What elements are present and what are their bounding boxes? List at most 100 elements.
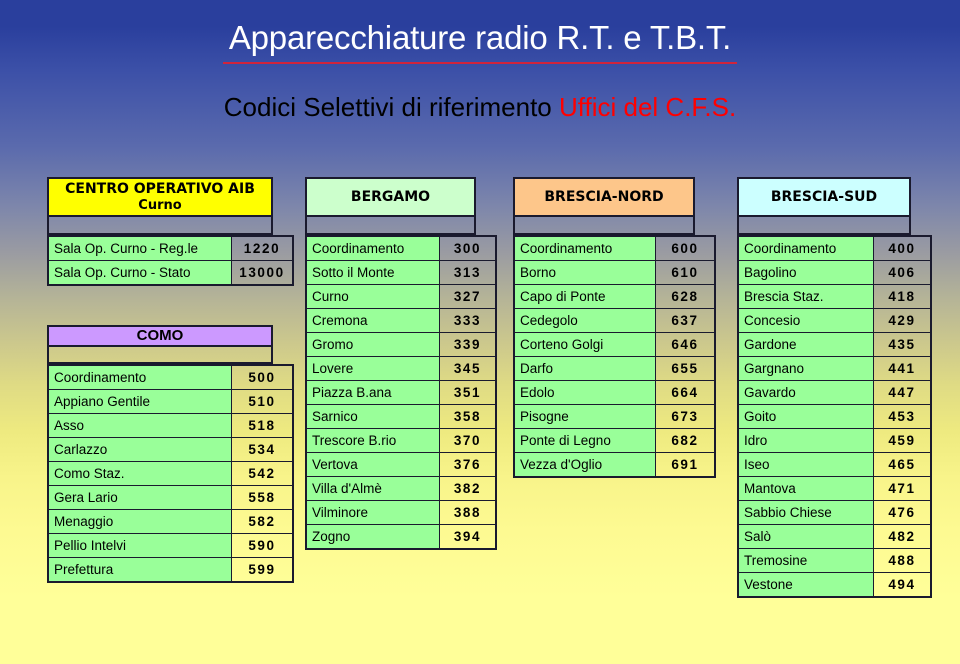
- table-sala-operativa: Sala Op. Curno - Reg.le 1220 Sala Op. Cu…: [47, 235, 294, 286]
- row-code: 376: [439, 452, 497, 477]
- header-line1: BRESCIA-SUD: [770, 188, 878, 205]
- row-name: Ponte di Legno: [513, 428, 656, 453]
- header-line1: CENTRO OPERATIVO AIB: [65, 181, 255, 197]
- table-row: Darfo 655: [513, 356, 716, 381]
- row-name: Sala Op. Curno - Stato: [47, 260, 232, 286]
- table-row: Appiano Gentile 510: [47, 389, 294, 414]
- row-code: 447: [873, 380, 932, 405]
- table-row: Goito 453: [737, 404, 932, 429]
- row-code: 418: [873, 284, 932, 309]
- spacer-row-col3: [513, 217, 695, 235]
- row-code: 429: [873, 308, 932, 333]
- row-code: 682: [655, 428, 716, 453]
- table-row: Coordinamento 300: [305, 235, 497, 261]
- header-como: COMO: [47, 325, 273, 347]
- spacer-row-col2: [305, 217, 476, 235]
- row-code: 673: [655, 404, 716, 429]
- table-row: Mantova 471: [737, 476, 932, 501]
- row-name: Cremona: [305, 308, 440, 333]
- row-name: Idro: [737, 428, 874, 453]
- row-code: 590: [231, 533, 294, 558]
- row-code: 345: [439, 356, 497, 381]
- table-row: Menaggio 582: [47, 509, 294, 534]
- row-name: Edolo: [513, 380, 656, 405]
- row-name: Salò: [737, 524, 874, 549]
- table-como: Coordinamento 500 Appiano Gentile 510 As…: [47, 364, 294, 583]
- page-title: Apparecchiature radio R.T. e T.B.T.: [222, 18, 738, 64]
- row-code: 339: [439, 332, 497, 357]
- row-name: Sala Op. Curno - Reg.le: [47, 235, 232, 261]
- row-name: Coordinamento: [305, 235, 440, 261]
- row-code: 333: [439, 308, 497, 333]
- table-row: Idro 459: [737, 428, 932, 453]
- table-row: Villa d'Almè 382: [305, 476, 497, 501]
- table-row: Prefettura 599: [47, 557, 294, 583]
- row-name: Coordinamento: [513, 235, 656, 261]
- subtitle-red-text: Uffici del C.F.S.: [558, 92, 737, 122]
- header-brescia-sud: BRESCIA-SUD: [737, 177, 911, 217]
- row-name: Capo di Ponte: [513, 284, 656, 309]
- row-code: 300: [439, 235, 497, 261]
- column-centro-operativo: CENTRO OPERATIVO AIB Curno Sala Op. Curn…: [47, 177, 294, 583]
- row-name: Lovere: [305, 356, 440, 381]
- row-name: Sabbio Chiese: [737, 500, 874, 525]
- row-name: Appiano Gentile: [47, 389, 232, 414]
- table-row: Vezza d'Oglio 691: [513, 452, 716, 478]
- table-row: Gavardo 447: [737, 380, 932, 405]
- row-name: Bagolino: [737, 260, 874, 285]
- header-centro-operativo-aib: CENTRO OPERATIVO AIB Curno: [47, 177, 273, 217]
- table-row: Salò 482: [737, 524, 932, 549]
- column-brescia-nord: BRESCIA-NORD Coordinamento 600 Borno 610…: [513, 177, 716, 478]
- table-bergamo: Coordinamento 300 Sotto il Monte 313 Cur…: [305, 235, 497, 550]
- row-code: 599: [231, 557, 294, 583]
- table-row: Coordinamento 600: [513, 235, 716, 261]
- row-name: Gargnano: [737, 356, 874, 381]
- row-name: Gardone: [737, 332, 874, 357]
- table-row: Asso 518: [47, 413, 294, 438]
- column-brescia-sud: BRESCIA-SUD Coordinamento 400 Bagolino 4…: [737, 177, 932, 598]
- row-name: Prefettura: [47, 557, 232, 583]
- row-code: 610: [655, 260, 716, 285]
- row-name: Vezza d'Oglio: [513, 452, 656, 478]
- row-code: 582: [231, 509, 294, 534]
- row-code: 655: [655, 356, 716, 381]
- row-code: 534: [231, 437, 294, 462]
- table-row: Coordinamento 400: [737, 235, 932, 261]
- row-code: 1220: [231, 235, 294, 261]
- table-row: Corteno Golgi 646: [513, 332, 716, 357]
- header-line1: BRESCIA-NORD: [544, 188, 664, 205]
- table-brescia-sud: Coordinamento 400 Bagolino 406 Brescia S…: [737, 235, 932, 598]
- row-code: 494: [873, 572, 932, 598]
- table-row: Cedegolo 637: [513, 308, 716, 333]
- row-name: Corteno Golgi: [513, 332, 656, 357]
- table-row: Edolo 664: [513, 380, 716, 405]
- row-code: 394: [439, 524, 497, 550]
- row-name: Gavardo: [737, 380, 874, 405]
- row-code: 435: [873, 332, 932, 357]
- table-row: Pellio Intelvi 590: [47, 533, 294, 558]
- row-code: 453: [873, 404, 932, 429]
- row-code: 558: [231, 485, 294, 510]
- table-row: Trescore B.rio 370: [305, 428, 497, 453]
- table-row: Vestone 494: [737, 572, 932, 598]
- row-name: Menaggio: [47, 509, 232, 534]
- row-name: Gromo: [305, 332, 440, 357]
- row-name: Brescia Staz.: [737, 284, 874, 309]
- row-code: 664: [655, 380, 716, 405]
- header-bergamo: BERGAMO: [305, 177, 476, 217]
- row-code: 542: [231, 461, 294, 486]
- row-code: 628: [655, 284, 716, 309]
- table-row: Lovere 345: [305, 356, 497, 381]
- table-row: Gargnano 441: [737, 356, 932, 381]
- row-name: Pellio Intelvi: [47, 533, 232, 558]
- table-row: Vilminore 388: [305, 500, 497, 525]
- table-row: Bagolino 406: [737, 260, 932, 285]
- row-name: Pisogne: [513, 404, 656, 429]
- row-code: 351: [439, 380, 497, 405]
- spacer-row-col4: [737, 217, 911, 235]
- table-row: Iseo 465: [737, 452, 932, 477]
- table-row: Ponte di Legno 682: [513, 428, 716, 453]
- row-code: 400: [873, 235, 932, 261]
- row-code: 13000: [231, 260, 294, 286]
- spacer-row-col1: [47, 217, 273, 235]
